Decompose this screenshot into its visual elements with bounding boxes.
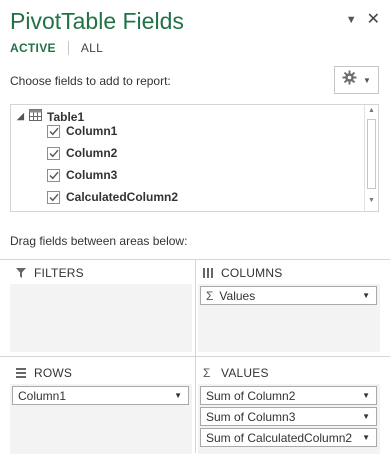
rows-area-header: ROWS xyxy=(16,366,72,380)
rows-icon xyxy=(16,368,26,378)
field-item-column3[interactable]: Column3 xyxy=(47,168,117,182)
field-label: CalculatedColumn2 xyxy=(66,190,179,204)
columns-field-values[interactable]: Σ Values ▼ xyxy=(200,286,377,305)
scroll-up-arrow-icon[interactable]: ▲ xyxy=(365,107,378,114)
pill-label: Values xyxy=(219,288,256,303)
rows-area-title: ROWS xyxy=(34,366,73,380)
checkbox-checked-icon[interactable] xyxy=(47,168,60,182)
filters-area-header: FILTERS xyxy=(16,266,84,280)
tab-divider xyxy=(67,41,69,55)
filters-area-title: FILTERS xyxy=(34,266,84,280)
field-item-column1[interactable]: Column1 xyxy=(47,124,117,138)
close-icon[interactable]: ✕ xyxy=(367,12,380,28)
columns-icon xyxy=(203,268,213,278)
dropdown-arrow-icon[interactable]: ▼ xyxy=(362,391,370,400)
funnel-icon xyxy=(16,268,26,278)
field-item-calculatedcolumn2[interactable]: CalculatedColumn2 xyxy=(47,190,178,204)
dropdown-arrow-icon[interactable]: ▼ xyxy=(362,412,370,421)
dropdown-arrow-icon[interactable]: ▼ xyxy=(174,391,182,400)
field-tabs: ACTIVE ALL xyxy=(10,41,103,55)
tab-active[interactable]: ACTIVE xyxy=(10,41,56,55)
scroll-down-arrow-icon[interactable]: ▼ xyxy=(365,197,378,204)
checkbox-checked-icon[interactable] xyxy=(47,190,60,204)
values-field-sum-calculatedcolumn2[interactable]: Sum of CalculatedColumn2 ▼ xyxy=(200,428,377,447)
sigma-icon: Σ xyxy=(206,288,214,303)
choose-fields-label: Choose fields to add to report: xyxy=(10,74,171,88)
columns-area-header: COLUMNS xyxy=(203,266,282,280)
field-list-scrollbar[interactable]: ▲ ▼ xyxy=(364,105,378,211)
values-field-sum-column2[interactable]: Sum of Column2 ▼ xyxy=(200,386,377,405)
pill-label: Sum of Column3 xyxy=(206,409,296,424)
values-area-header: Σ VALUES xyxy=(203,366,269,380)
table-name: Table1 xyxy=(47,109,85,124)
sigma-icon: Σ xyxy=(203,366,211,380)
chevron-down-icon[interactable]: ▼ xyxy=(346,14,357,26)
dropdown-arrow-icon[interactable]: ▼ xyxy=(362,291,370,300)
field-item-column2[interactable]: Column2 xyxy=(47,146,117,160)
field-label: Column1 xyxy=(66,124,118,138)
tools-button[interactable]: ▼ xyxy=(334,66,379,94)
scrollbar-thumb[interactable] xyxy=(367,119,376,189)
gear-icon xyxy=(342,70,357,90)
filters-drop-zone[interactable] xyxy=(10,284,192,352)
values-area-title: VALUES xyxy=(221,366,269,380)
areas-divider-vertical xyxy=(195,259,196,453)
table-icon xyxy=(29,109,42,124)
values-field-sum-column3[interactable]: Sum of Column3 ▼ xyxy=(200,407,377,426)
title-controls: ▼ ✕ xyxy=(346,12,380,28)
table-node[interactable]: ◢ Table1 xyxy=(17,109,84,124)
pill-label: Column1 xyxy=(18,388,67,403)
columns-area-title: COLUMNS xyxy=(221,266,283,280)
pill-label: Sum of Column2 xyxy=(206,388,296,403)
tab-all[interactable]: ALL xyxy=(81,41,103,55)
field-label: Column2 xyxy=(66,146,118,160)
checkbox-checked-icon[interactable] xyxy=(47,124,60,138)
field-label: Column3 xyxy=(66,168,118,182)
rows-field-column1[interactable]: Column1 ▼ xyxy=(12,386,189,405)
drag-fields-label: Drag fields between areas below: xyxy=(10,234,188,248)
field-list[interactable]: ◢ Table1 Column1 Column2 Column3 Calcula… xyxy=(10,104,379,212)
checkbox-checked-icon[interactable] xyxy=(47,146,60,160)
pill-label: Sum of CalculatedColumn2 xyxy=(206,430,353,445)
expand-triangle-icon[interactable]: ◢ xyxy=(17,111,27,122)
dropdown-arrow-icon[interactable]: ▼ xyxy=(362,433,370,442)
dropdown-caret-icon: ▼ xyxy=(363,75,371,85)
panel-title: PivotTable Fields xyxy=(10,8,184,34)
